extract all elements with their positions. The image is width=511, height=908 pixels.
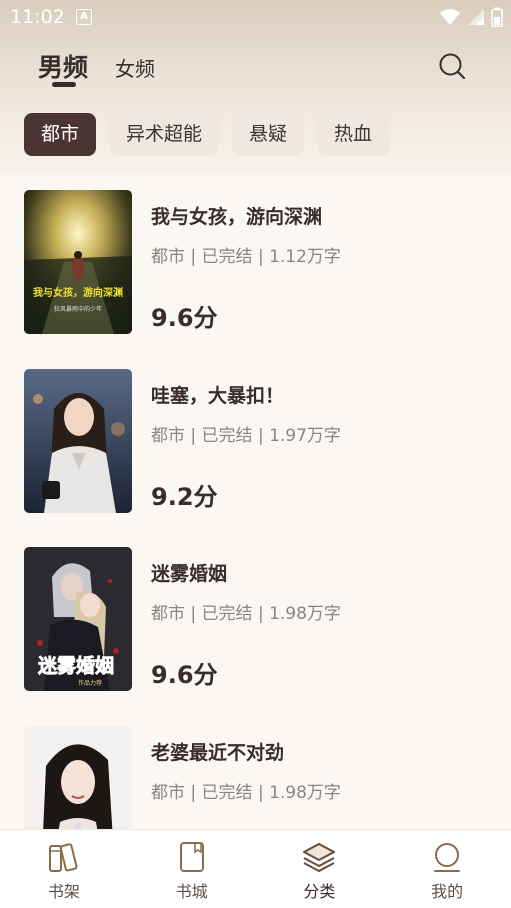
battery-icon [491,7,503,27]
category-chip-xuanyi[interactable]: 悬疑 [232,113,305,156]
tab-female-label: 女频 [115,57,156,81]
book-item[interactable]: 哇塞，大暴扣！ 都市 | 已完结 | 1.97万字 9.2分 [0,353,511,513]
book-cover-image [24,726,132,829]
category-chips: 都市 异术超能 悬疑 热血 [24,113,390,156]
cover-title-text: 迷雾婚姻 [37,654,114,677]
status-bar: 11:02 A [0,0,511,36]
status-indicators [439,7,503,27]
tab-male[interactable]: 男频 [38,48,89,87]
profile-icon [434,843,461,872]
search-button[interactable] [438,52,466,80]
notification-icon: A [76,9,92,25]
book-meta: 都市 | 已完结 | 1.98万字 [151,604,341,624]
book-list: 我与女孩，游向深渊 狂风暴雨中的少年 我与女孩，游向深渊 都市 | 已完结 | … [0,174,511,829]
nav-label: 书架 [47,882,80,901]
book-item[interactable]: 老婆最近不对劲 都市 | 已完结 | 1.98万字 [0,710,511,829]
status-time: 11:02 [10,6,65,28]
layers-icon [303,843,336,872]
category-chip-yishu[interactable]: 异术超能 [109,113,220,156]
book-title: 我与女孩，游向深渊 [151,206,323,228]
book-meta: 都市 | 已完结 | 1.12万字 [151,247,341,267]
book-item[interactable]: 迷雾婚姻 作品力荐 迷雾婚姻 都市 | 已完结 | 1.98万字 9.6分 [0,531,511,691]
wifi-icon [440,9,460,25]
app-screen: 11:02 A 男频 女频 都市 异术超能 悬疑 热血 我与女孩，游向深渊 狂风… [0,0,511,908]
nav-label: 书城 [175,882,208,901]
bottom-navigation: 书架 书城 分类 我的 [0,829,511,908]
gender-tabs: 男频 女频 [38,48,155,87]
book-cover[interactable]: 迷雾婚姻 作品力荐 [24,547,132,691]
bookshelf-icon [48,843,78,872]
book-score: 9.2分 [151,483,218,511]
nav-item-bookshelf[interactable]: 书架 [0,830,128,908]
nav-item-category[interactable]: 分类 [256,830,384,908]
nav-label: 我的 [431,882,464,901]
book-cover-image: 我与女孩，游向深渊 狂风暴雨中的少年 [24,190,132,334]
tab-male-label: 男频 [38,53,89,82]
cover-title-text: 我与女孩，游向深渊 [33,286,123,299]
category-chip-rexue[interactable]: 热血 [317,113,390,156]
cover-subtitle-text: 作品力荐 [78,679,102,687]
book-cover[interactable] [24,726,132,829]
book-icon [179,842,204,872]
book-score: 9.6分 [151,661,218,689]
book-cover-image: 迷雾婚姻 作品力荐 [24,547,132,691]
book-item[interactable]: 我与女孩，游向深渊 狂风暴雨中的少年 我与女孩，游向深渊 都市 | 已完结 | … [0,174,511,334]
nav-item-bookstore[interactable]: 书城 [128,830,256,908]
tab-female[interactable]: 女频 [115,53,155,82]
search-icon [439,53,466,80]
book-cover[interactable] [24,369,132,513]
cover-subtitle-text: 狂风暴雨中的少年 [54,305,102,313]
book-meta: 都市 | 已完结 | 1.97万字 [151,426,341,446]
nav-label: 分类 [303,882,336,901]
book-title: 哇塞，大暴扣！ [151,385,285,407]
book-cover[interactable]: 我与女孩，游向深渊 狂风暴雨中的少年 [24,190,132,334]
book-title: 迷雾婚姻 [151,563,228,585]
nav-item-profile[interactable]: 我的 [383,830,511,908]
book-score: 9.6分 [151,304,218,332]
book-title: 老婆最近不对劲 [151,742,285,764]
category-chip-dushi[interactable]: 都市 [24,113,97,156]
signal-icon [468,9,484,25]
active-tab-indicator [52,82,76,87]
book-meta: 都市 | 已完结 | 1.98万字 [151,783,341,803]
book-cover-image [24,369,132,513]
